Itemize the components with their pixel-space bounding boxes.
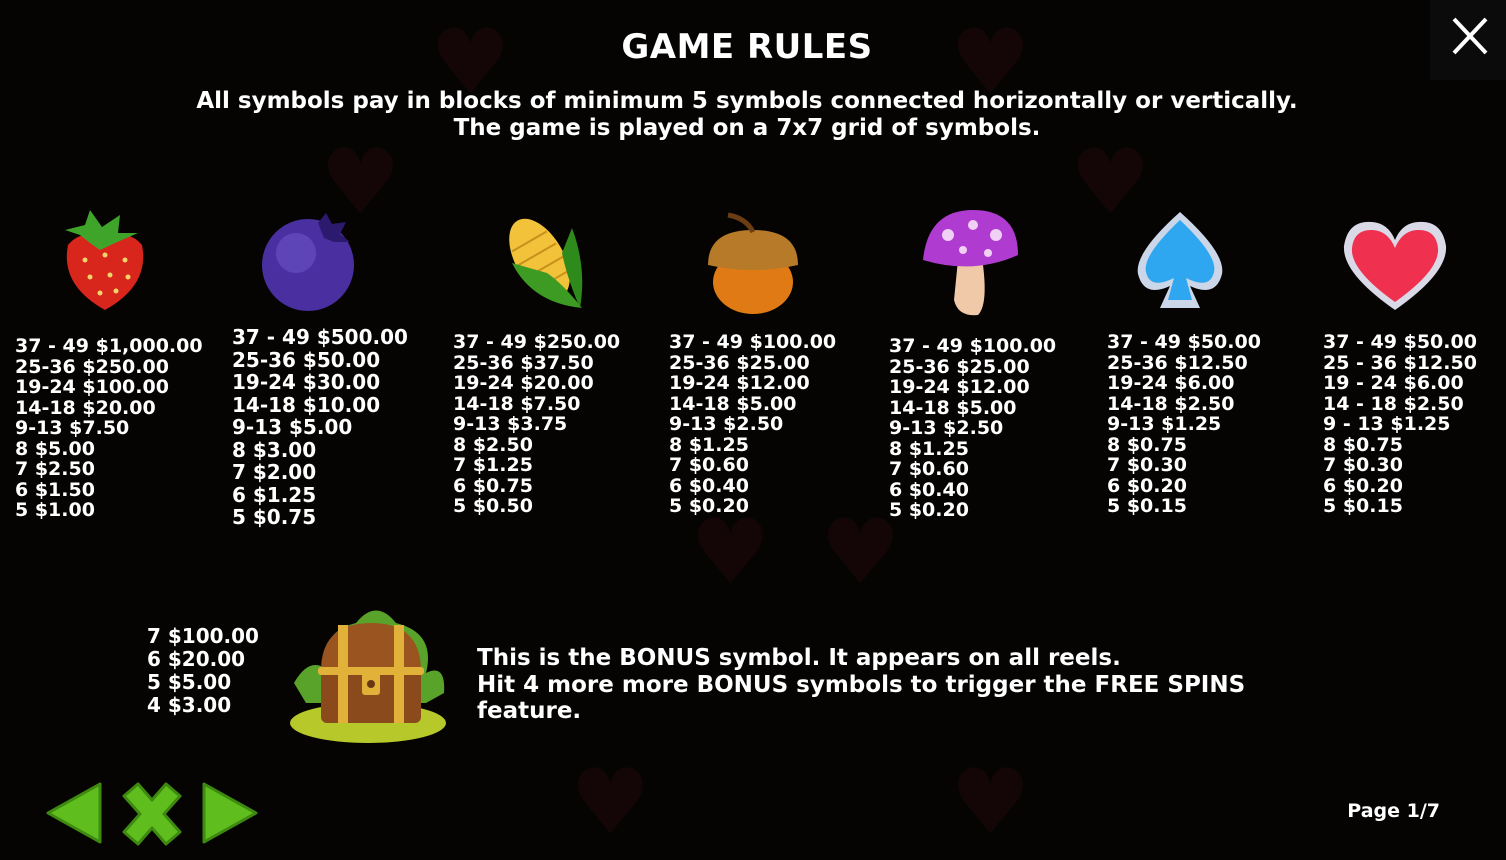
pay-row: 14-18 $10.00 bbox=[232, 392, 381, 417]
pay-row: 5 $0.20 bbox=[669, 495, 749, 517]
pay-row: 9 - 13 $1.25 bbox=[1323, 413, 1451, 435]
bonus-text-line: This is the BONUS symbol. It appears on … bbox=[477, 645, 1121, 671]
paytable-heart: 37 - 49 $50.00 25 - 36 $12.50 19 - 24 $6… bbox=[1323, 332, 1477, 517]
bonus-text-line: Hit 4 more more BONUS symbols to trigger… bbox=[477, 671, 1246, 698]
pay-row: 19-24 $12.00 bbox=[889, 376, 1030, 398]
bonus-text-line: feature. bbox=[477, 698, 582, 724]
pay-row: 9-13 $2.50 bbox=[889, 417, 1004, 439]
pay-row: 5 $5.00 bbox=[147, 670, 232, 694]
mushroom-icon bbox=[923, 210, 1018, 316]
pay-row: 19-24 $100.00 bbox=[15, 376, 169, 398]
page-title: GAME RULES bbox=[621, 27, 873, 67]
pay-row: 7 $2.00 bbox=[232, 460, 317, 484]
paytable-blueberry: 37 - 49 $500.00 25-36 $50.00 19-24 $30.0… bbox=[232, 326, 408, 529]
pay-row: 5 $0.75 bbox=[232, 505, 317, 529]
pay-row: 6 $0.20 bbox=[1107, 474, 1187, 497]
pay-row: 9-13 $5.00 bbox=[232, 415, 353, 439]
pay-row: 5 $1.00 bbox=[15, 499, 95, 521]
pay-row: 8 $2.50 bbox=[453, 433, 533, 456]
pay-row: 37 - 49 $1,000.00 bbox=[15, 335, 203, 357]
pay-row: 14-18 $7.50 bbox=[453, 392, 581, 415]
heart-icon bbox=[1343, 221, 1447, 310]
pay-row: 5 $0.50 bbox=[453, 495, 533, 517]
pay-row: 25-36 $12.50 bbox=[1107, 351, 1248, 374]
pay-row: 7 $0.30 bbox=[1323, 454, 1403, 476]
prev-page-button[interactable] bbox=[44, 780, 104, 846]
acorn-icon bbox=[708, 212, 798, 314]
pay-row: 8 $5.00 bbox=[15, 437, 95, 460]
pay-row: 6 $1.50 bbox=[15, 478, 95, 501]
paytable-mushroom: 37 - 49 $100.00 25-36 $25.00 19-24 $12.0… bbox=[889, 336, 1056, 521]
pay-row: 19-24 $20.00 bbox=[453, 372, 594, 394]
pay-row: 14-18 $20.00 bbox=[15, 396, 156, 419]
pay-row: 37 - 49 $50.00 bbox=[1107, 331, 1261, 353]
treasure-chest-icon bbox=[290, 610, 446, 743]
pay-row: 8 $0.75 bbox=[1107, 433, 1187, 456]
pay-row: 8 $1.25 bbox=[669, 433, 749, 456]
pay-row: 19 - 24 $6.00 bbox=[1323, 372, 1464, 394]
pay-row: 7 $0.60 bbox=[669, 454, 749, 476]
arrow-left-icon bbox=[46, 782, 102, 844]
paytable-acorn: 37 - 49 $100.00 25-36 $25.00 19-24 $12.0… bbox=[669, 332, 836, 517]
paytable-corn: 37 - 49 $250.00 25-36 $37.50 19-24 $20.0… bbox=[453, 332, 620, 517]
close-icon bbox=[1452, 17, 1488, 55]
pay-row: 25-36 $25.00 bbox=[889, 355, 1030, 378]
pay-row: 14-18 $5.00 bbox=[889, 396, 1017, 419]
rules-description: All symbols pay in blocks of minimum 5 s… bbox=[196, 88, 1298, 141]
pay-row: 6 $0.75 bbox=[453, 474, 533, 497]
pay-row: 5 $0.15 bbox=[1323, 495, 1403, 517]
pay-row: 14-18 $5.00 bbox=[669, 392, 797, 415]
pay-row: 25 - 36 $12.50 bbox=[1323, 351, 1477, 374]
pay-row: 25-36 $25.00 bbox=[669, 351, 810, 374]
pay-row: 19-24 $6.00 bbox=[1107, 372, 1235, 394]
pay-row: 6 $0.20 bbox=[1323, 474, 1403, 497]
pay-row: 5 $0.20 bbox=[889, 499, 969, 521]
pay-row: 7 $2.50 bbox=[15, 458, 95, 480]
pay-row: 8 $0.75 bbox=[1323, 433, 1403, 456]
pay-row: 8 $1.25 bbox=[889, 437, 969, 460]
page-indicator: Page 1/7 bbox=[1347, 800, 1440, 822]
pay-row: 5 $0.15 bbox=[1107, 495, 1187, 517]
pay-row: 6 $0.40 bbox=[889, 478, 969, 501]
pay-row: 9-13 $2.50 bbox=[669, 413, 784, 435]
corn-icon bbox=[509, 218, 583, 308]
close-button[interactable] bbox=[1430, 0, 1506, 80]
pay-row: 37 - 49 $500.00 bbox=[232, 325, 408, 349]
strawberry-icon bbox=[65, 210, 144, 310]
paytable-strawberry: 37 - 49 $1,000.00 25-36 $250.00 19-24 $1… bbox=[15, 336, 203, 521]
pay-row: 8 $3.00 bbox=[232, 437, 317, 462]
pay-row: 25-36 $250.00 bbox=[15, 355, 169, 378]
pay-row: 9-13 $1.25 bbox=[1107, 413, 1222, 435]
pay-row: 14 - 18 $2.50 bbox=[1323, 392, 1464, 415]
pay-row: 37 - 49 $100.00 bbox=[669, 331, 837, 353]
bonus-description: This is the BONUS symbol. It appears on … bbox=[477, 645, 1277, 725]
pay-row: 25-36 $50.00 bbox=[232, 347, 381, 372]
spade-icon bbox=[1137, 212, 1223, 308]
pay-row: 37 - 49 $100.00 bbox=[889, 335, 1057, 357]
pay-row: 9-13 $7.50 bbox=[15, 417, 130, 439]
pay-row: 7 $1.25 bbox=[453, 454, 533, 476]
pay-row: 4 $3.00 bbox=[147, 693, 232, 717]
pay-row: 25-36 $37.50 bbox=[453, 351, 594, 374]
close-x-icon bbox=[122, 782, 182, 846]
pay-row: 6 $0.40 bbox=[669, 474, 749, 497]
pay-row: 14-18 $2.50 bbox=[1107, 392, 1235, 415]
paytable-spade: 37 - 49 $50.00 25-36 $12.50 19-24 $6.00 … bbox=[1107, 332, 1261, 517]
paytable-bonus: 7 $100.00 6 $20.00 5 $5.00 4 $3.00 bbox=[147, 625, 259, 717]
pay-row: 6 $1.25 bbox=[232, 482, 317, 507]
blueberry-icon bbox=[262, 213, 354, 311]
pay-row: 7 $0.30 bbox=[1107, 454, 1187, 476]
pay-row: 19-24 $30.00 bbox=[232, 370, 381, 394]
arrow-right-icon bbox=[202, 782, 258, 844]
pay-row: 37 - 49 $250.00 bbox=[453, 331, 621, 353]
close-rules-button[interactable] bbox=[118, 782, 186, 846]
pay-row: 7 $100.00 bbox=[147, 624, 259, 648]
pay-row: 37 - 49 $50.00 bbox=[1323, 331, 1477, 353]
pay-row: 9-13 $3.75 bbox=[453, 413, 568, 435]
pay-row: 19-24 $12.00 bbox=[669, 372, 810, 394]
pay-row: 6 $20.00 bbox=[147, 647, 246, 671]
next-page-button[interactable] bbox=[200, 780, 260, 846]
pay-row: 7 $0.60 bbox=[889, 458, 969, 480]
